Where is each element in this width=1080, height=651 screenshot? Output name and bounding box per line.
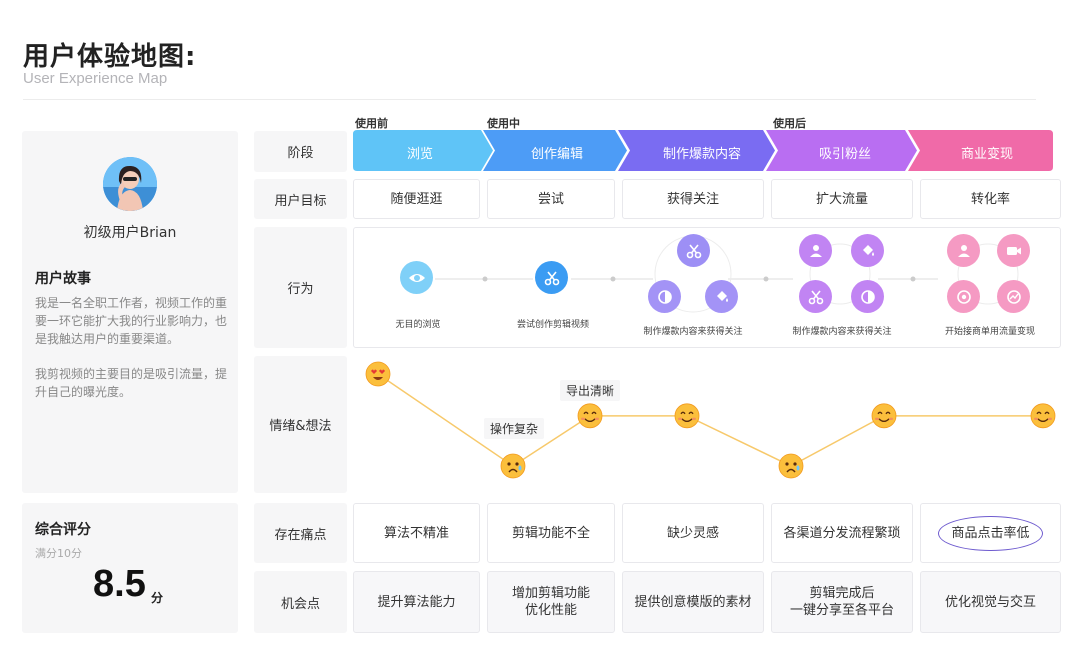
user-icon xyxy=(799,234,832,267)
row-label-behavior: 行为 xyxy=(254,227,347,348)
opportunity-text: 增加剪辑功能 xyxy=(511,586,590,601)
opportunity-text: 提供创意模版的素材 xyxy=(634,594,752,610)
scissors-icon xyxy=(799,280,832,313)
story-title: 用户故事 xyxy=(35,271,91,287)
paint-bucket-icon xyxy=(851,234,884,267)
story-paragraph-2: 我剪视频的主要目的是吸引流量，提升自己的曝光度。 xyxy=(35,367,228,399)
stage-label-4: 吸引粉丝 xyxy=(818,147,871,162)
emoji-love-icon xyxy=(365,361,391,387)
stage-label-3: 制作爆款内容 xyxy=(662,147,741,162)
goal-cell-2: 尝试 xyxy=(487,179,615,219)
behavior-label-5: 开始接商单用流量变现 xyxy=(944,327,1035,337)
page-subtitle: User Experience Map xyxy=(23,70,168,87)
row-label-stage: 阶段 xyxy=(254,131,347,172)
goal-cell-4: 扩大流量 xyxy=(771,179,913,219)
row-label-pain: 存在痛点 xyxy=(254,503,347,563)
row-label-goal: 用户目标 xyxy=(254,179,347,219)
phase-after: 使用后 xyxy=(773,117,806,130)
contrast-icon xyxy=(851,280,884,313)
scissors-icon xyxy=(535,261,568,294)
behavior-label-2: 尝试创作剪辑视频 xyxy=(516,320,589,330)
story-paragraph-1: 我是一名全职工作者，视频工作的重要一环它能扩大我的行业影响力，也是我触达用户的重… xyxy=(35,296,228,346)
opportunity-cell-3: 提供创意模版的素材 xyxy=(622,571,764,633)
emotion-label-clear-export: 导出清晰 xyxy=(560,380,621,401)
header-divider xyxy=(23,99,1036,100)
emoji-happy-icon xyxy=(871,403,897,429)
paint-bucket-icon xyxy=(705,280,738,313)
phase-before: 使用前 xyxy=(355,117,388,130)
avatar xyxy=(103,157,157,211)
emoji-happy-icon xyxy=(674,403,700,429)
user-icon xyxy=(947,234,980,267)
opportunity-text: 剪辑完成后 xyxy=(809,586,875,601)
score-unit: 分 xyxy=(151,591,164,605)
opportunity-cell-1: 提升算法能力 xyxy=(353,571,480,633)
emoji-sad-icon xyxy=(778,453,804,479)
behavior-label-1: 无目的浏览 xyxy=(395,320,441,330)
pain-text-5: 商品点击率低 xyxy=(951,525,1030,541)
opportunity-cell-4: 剪辑完成后 一键分享至各平台 xyxy=(771,571,913,633)
phase-during: 使用中 xyxy=(487,117,520,130)
behavior-label-3: 制作爆款内容来获得关注 xyxy=(643,327,743,337)
opportunity-cell-2: 增加剪辑功能 优化性能 xyxy=(487,571,615,633)
pain-cell-4: 各渠道分发流程繁琐 xyxy=(771,503,913,563)
scissors-icon xyxy=(677,234,710,267)
persona-name: 初级用户Brian xyxy=(83,225,177,241)
goal-cell-3: 获得关注 xyxy=(622,179,764,219)
behavior-label-4: 制作爆款内容来获得关注 xyxy=(792,327,892,337)
stage-label-1: 浏览 xyxy=(406,147,433,162)
emoji-happy-icon xyxy=(577,403,603,429)
emotion-line xyxy=(377,373,1043,467)
emoji-happy-icon xyxy=(1030,403,1056,429)
eye-icon xyxy=(400,261,433,294)
stage-label-5: 商业变现 xyxy=(960,147,1013,162)
pain-cell-2: 剪辑功能不全 xyxy=(487,503,615,563)
page-title: 用户体验地图: xyxy=(23,42,197,72)
emotion-curve xyxy=(365,361,1056,479)
pain-highlight: 商品点击率低 xyxy=(938,515,1043,551)
emoji-sad-icon xyxy=(500,453,526,479)
score-value: 8.5 xyxy=(93,563,146,605)
stage-label-2: 创作编辑 xyxy=(530,147,583,162)
row-label-emotion: 情绪&想法 xyxy=(254,356,347,493)
opportunity-text: 优化视觉与交互 xyxy=(944,594,1036,610)
pain-cell-1: 算法不精准 xyxy=(353,503,480,563)
opportunity-text: 一键分享至各平台 xyxy=(789,603,894,618)
score-title: 综合评分 xyxy=(35,522,91,538)
opportunity-text: 优化性能 xyxy=(524,603,577,618)
row-label-opportunity: 机会点 xyxy=(254,571,347,633)
opportunity-text: 提升算法能力 xyxy=(377,594,456,610)
video-icon xyxy=(997,234,1030,267)
emotion-label-complex: 操作复杂 xyxy=(484,418,545,439)
opportunity-cell-5: 优化视觉与交互 xyxy=(920,571,1061,633)
contrast-icon xyxy=(648,280,681,313)
goal-cell-5: 转化率 xyxy=(920,179,1061,219)
pain-cell-3: 缺少灵感 xyxy=(622,503,764,563)
chart-icon xyxy=(997,280,1030,313)
goal-cell-1: 随便逛逛 xyxy=(353,179,480,219)
score-subtitle: 满分10分 xyxy=(35,547,82,560)
coin-icon xyxy=(947,280,980,313)
pain-cell-5: 商品点击率低 xyxy=(920,503,1061,563)
